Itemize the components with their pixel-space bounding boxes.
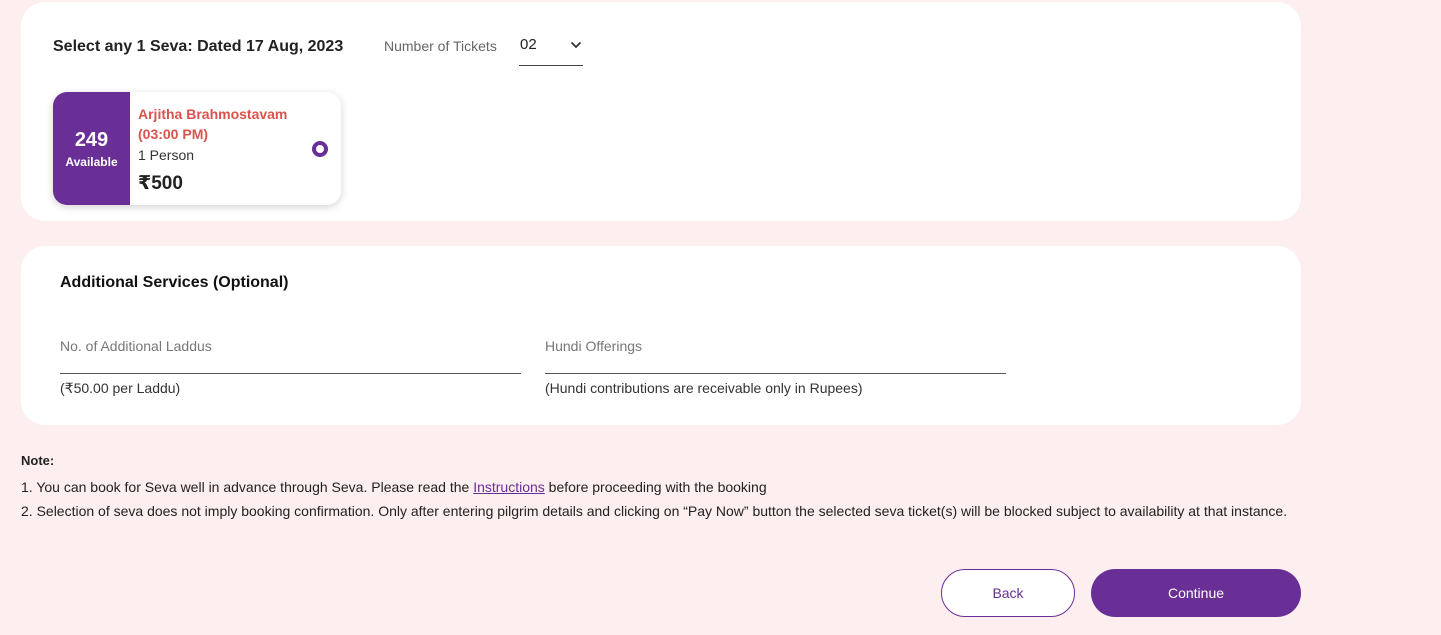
hundi-field (545, 330, 1006, 374)
available-count: 249 (74, 129, 109, 151)
seva-option-card[interactable]: 249 Available Arjitha Brahmostavam (03:0… (53, 92, 341, 205)
availability-badge: 249 Available (53, 92, 130, 205)
available-label: Available (65, 155, 118, 169)
chevron-down-icon (571, 42, 581, 48)
note-line-1-text-end: before proceeding with the booking (544, 479, 767, 495)
seva-name: Arjitha Brahmostavam (03:00 PM) (138, 104, 308, 144)
instructions-link[interactable]: Instructions (473, 479, 545, 495)
laddus-help-text: (₹50.00 per Laddu) (60, 380, 181, 396)
additional-services-heading: Additional Services (Optional) (60, 274, 289, 291)
laddus-input[interactable] (60, 338, 521, 354)
tickets-dropdown[interactable]: 02 (519, 32, 583, 66)
seva-selection-card: Select any 1 Seva: Dated 17 Aug, 2023 Nu… (21, 2, 1301, 221)
note-line-1: 1. You can book for Seva well in advance… (21, 475, 1301, 499)
hundi-input[interactable] (545, 338, 1006, 354)
note-line-2: 2. Selection of seva does not imply book… (21, 503, 1288, 519)
continue-button[interactable]: Continue (1091, 569, 1301, 617)
tickets-label: Number of Tickets (384, 38, 497, 54)
seva-heading: Select any 1 Seva: Dated 17 Aug, 2023 (53, 38, 344, 55)
note-line-1-text: 1. You can book for Seva well in advance… (21, 479, 474, 495)
seva-time: (03:00 PM) (138, 126, 209, 142)
additional-services-card: Additional Services (Optional) (₹50.00 p… (21, 246, 1301, 425)
seva-title: Arjitha Brahmostavam (138, 106, 288, 122)
tickets-selected-value: 02 (520, 36, 537, 53)
laddus-field (60, 330, 521, 374)
hundi-help-text: (Hundi contributions are receivable only… (545, 380, 863, 396)
note-section: Note: 1. You can book for Seva well in a… (21, 453, 1301, 523)
seva-persons: 1 Person (138, 147, 195, 163)
back-button[interactable]: Back (941, 569, 1075, 617)
seva-radio-button[interactable] (312, 141, 328, 157)
note-title: Note: (21, 453, 55, 468)
seva-price: ₹500 (138, 173, 183, 194)
